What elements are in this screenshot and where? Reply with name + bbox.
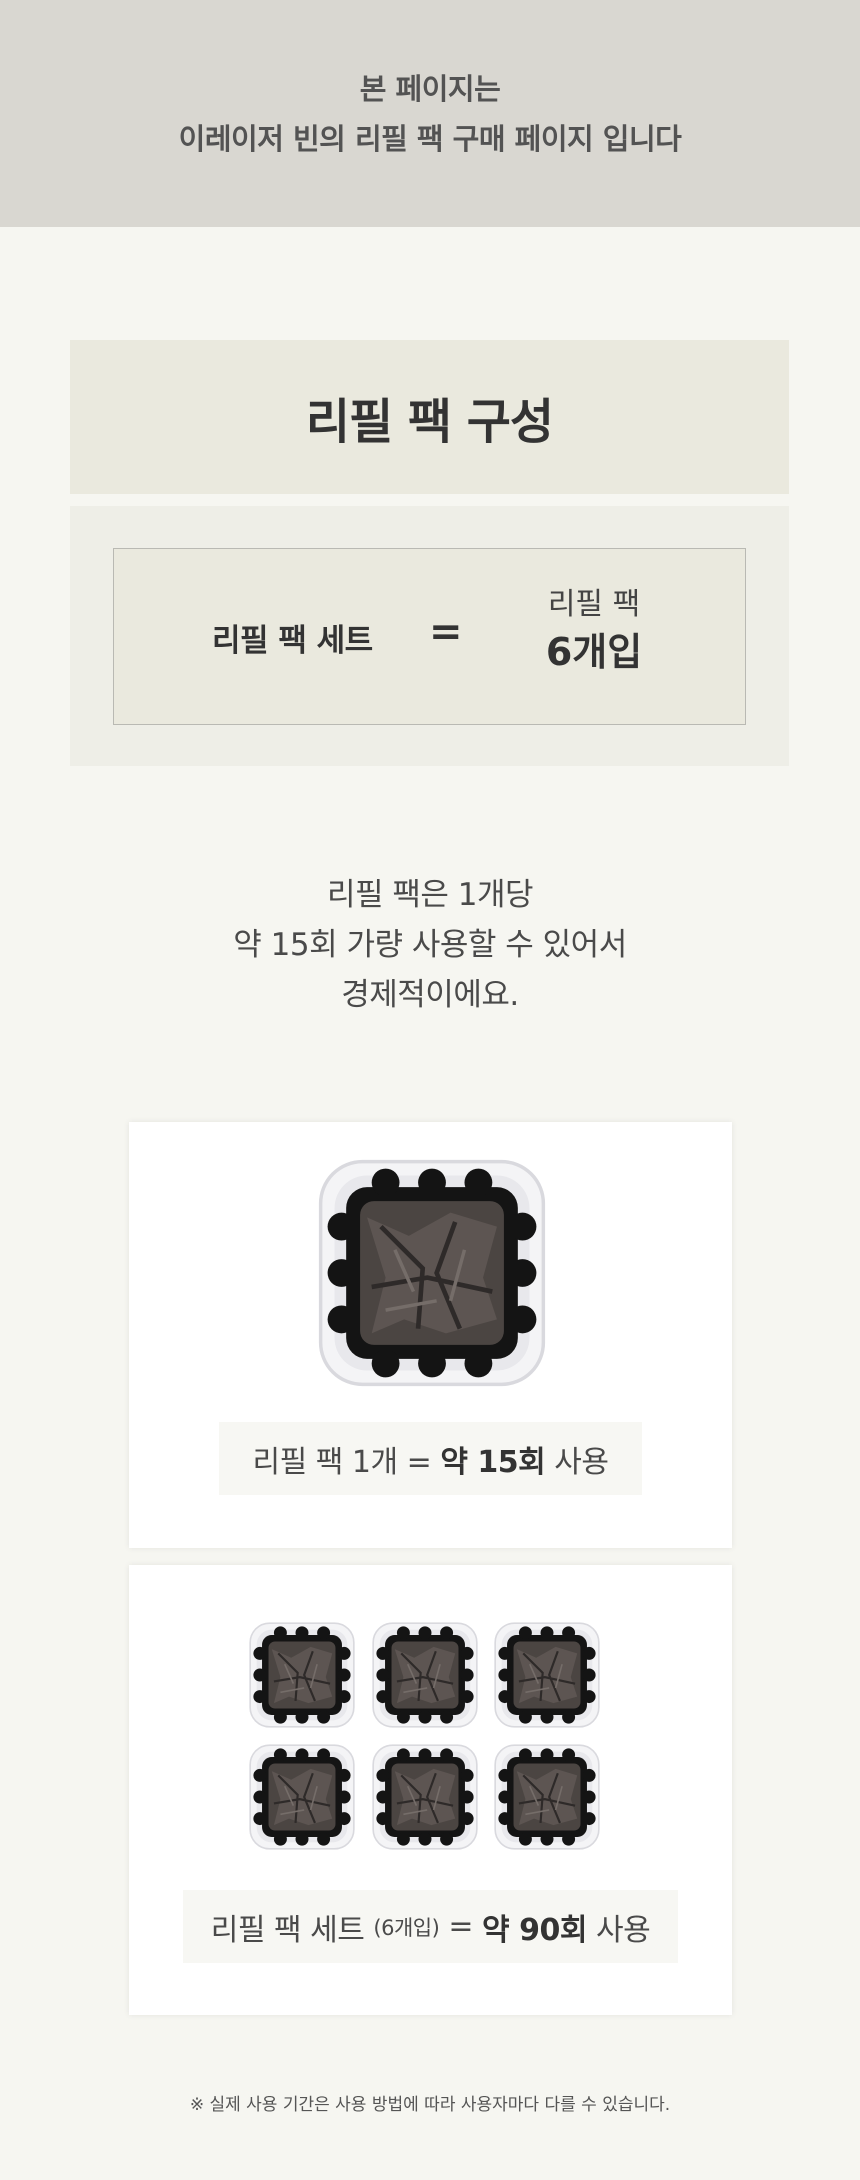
single-pack-card: 리필 팩 1개 = 약 15회 사용 [129,1122,732,1548]
set-caption-suffix: 사용 [596,1912,651,1948]
set-caption-usage: 약 90회 [482,1912,587,1948]
section-title: 리필 팩 구성 [305,394,554,450]
composition-right-count: 6개입 [545,630,643,674]
composition-right: 리필 팩 6개입 [494,585,694,679]
description-line-1: 리필 팩은 1개당 [326,877,534,913]
top-banner: 본 페이지는 이레이저 빈의 리필 팩 구매 페이지 입니다 [0,0,860,227]
single-pack-caption: 리필 팩 1개 = 약 15회 사용 [219,1422,642,1495]
refill-pack-image [371,1743,479,1851]
pack-set-card: 리필 팩 세트 (6개입) = 약 90회 사용 [129,1565,732,2015]
refill-pack-image [493,1743,601,1851]
single-caption-usage: 약 15회 [440,1444,546,1480]
composition-right-label: 리필 팩 [547,587,641,622]
pack-set-caption: 리필 팩 세트 (6개입) = 약 90회 사용 [183,1890,678,1963]
refill-pack-image [316,1157,548,1389]
description-line-3: 경제적이에요. [341,977,519,1013]
refill-pack-image [248,1621,356,1729]
single-caption-prefix: 리필 팩 1개 = [252,1444,432,1480]
refill-pack-image [493,1621,601,1729]
description-line-2: 약 15회 가량 사용할 수 있어서 [233,927,627,963]
single-caption-suffix: 사용 [554,1444,609,1480]
banner-line-2: 이레이저 빈의 리필 팩 구매 페이지 입니다 [178,121,682,156]
composition-panel: 리필 팩 세트 = 리필 팩 6개입 [70,506,789,766]
composition-box: 리필 팩 세트 = 리필 팩 6개입 [113,548,746,725]
refill-pack-image [248,1743,356,1851]
banner-line-1: 본 페이지는 [359,71,501,106]
refill-pack-image [371,1621,479,1729]
footnote: ※ 실제 사용 기간은 사용 방법에 따라 사용자마다 다를 수 있습니다. [189,2095,671,2115]
composition-left-label: 리필 팩 세트 [212,623,373,659]
set-caption-count: (6개입) [373,1915,440,1940]
usage-description: 리필 팩은 1개당 약 15회 가량 사용할 수 있어서 경제적이에요. [0,870,860,1020]
composition-equals-sign: = [429,609,463,655]
set-caption-equals: = [448,1909,473,1944]
set-caption-prefix: 리필 팩 세트 [210,1912,365,1948]
section-header: 리필 팩 구성 [70,340,789,494]
